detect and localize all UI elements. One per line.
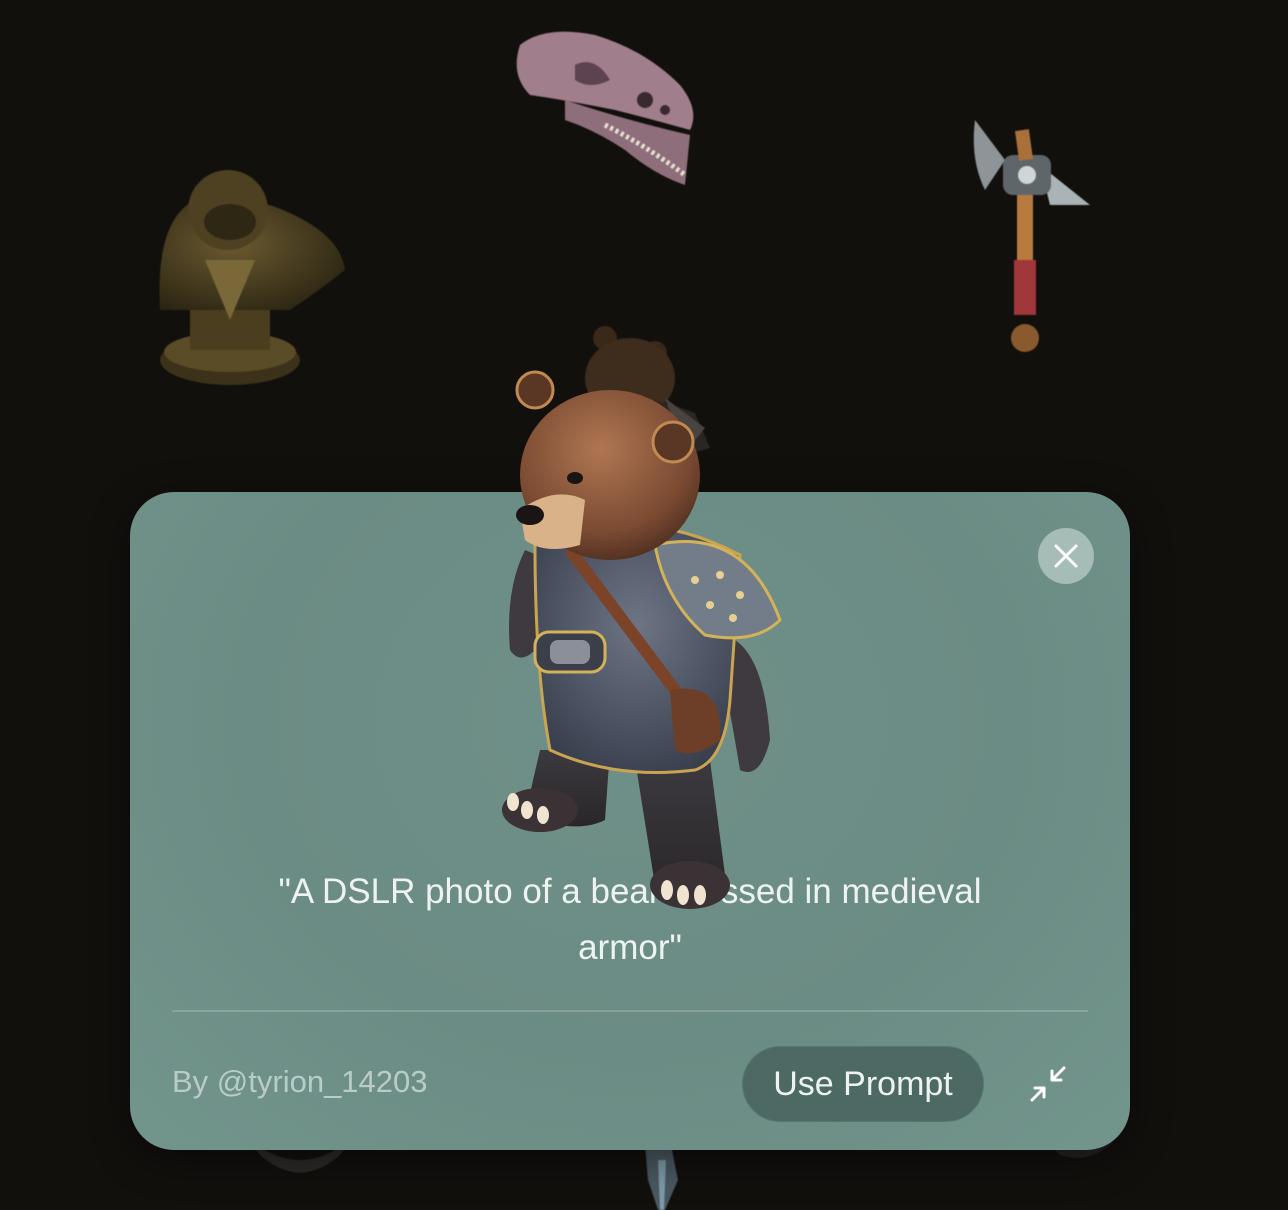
minimize-icon bbox=[1030, 1066, 1066, 1102]
close-icon bbox=[1054, 544, 1078, 568]
battle-axe-model[interactable] bbox=[965, 110, 1100, 360]
dinosaur-skull-model[interactable] bbox=[505, 25, 705, 190]
gorilla-bust-model[interactable] bbox=[150, 160, 350, 395]
author-label[interactable]: By @tyrion_14203 bbox=[172, 1064, 428, 1100]
close-button[interactable] bbox=[1038, 528, 1094, 584]
bear-in-medieval-armor-model[interactable] bbox=[495, 370, 790, 910]
minimize-button[interactable] bbox=[1026, 1062, 1070, 1106]
partial-model-left bbox=[250, 1140, 350, 1173]
partial-model-sword bbox=[645, 1140, 678, 1210]
divider bbox=[172, 1010, 1088, 1012]
use-prompt-button[interactable]: Use Prompt bbox=[742, 1046, 984, 1122]
